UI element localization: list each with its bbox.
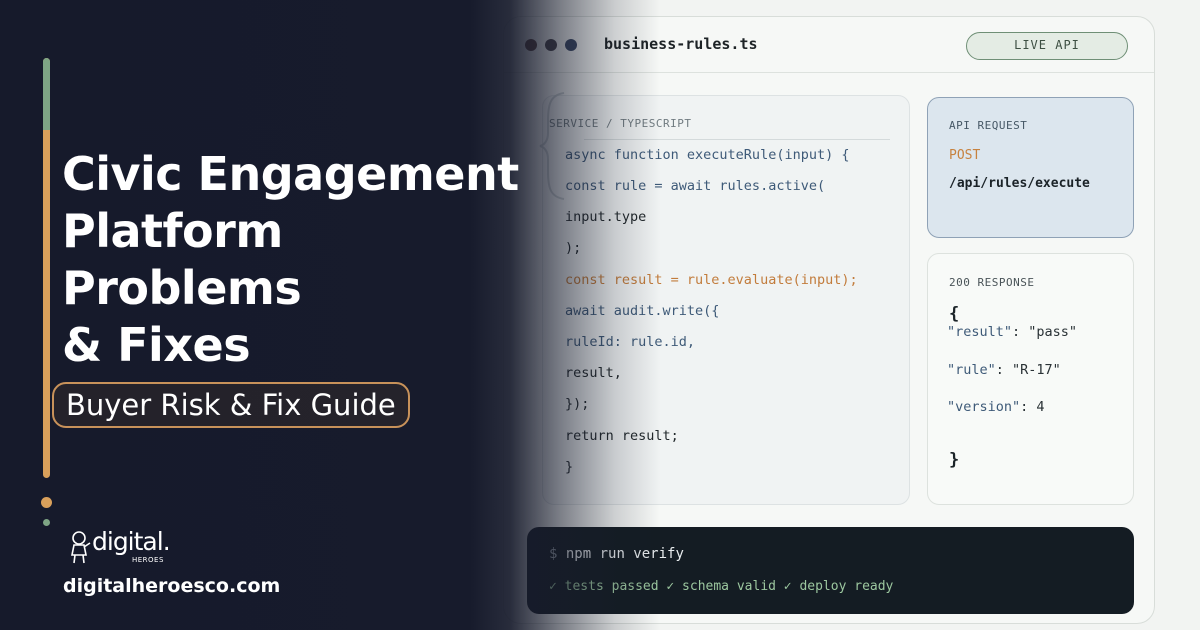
file-name: business-rules.ts	[604, 35, 758, 53]
live-api-badge[interactable]: LIVE API	[966, 32, 1128, 60]
code-line: ruleId: rule.id,	[565, 334, 696, 350]
terminal-command-text: npm run verify	[565, 546, 684, 562]
code-line: );	[565, 240, 582, 256]
code-label: SERVICE / TYPESCRIPT	[549, 117, 692, 130]
accent-dot-small	[43, 519, 50, 526]
terminal-prompt: $	[549, 546, 558, 562]
accent-bar	[43, 58, 50, 478]
title-line: Civic Engagement	[62, 147, 519, 201]
code-line: result,	[565, 365, 622, 381]
title-line: Problems	[62, 261, 302, 315]
response-label: 200 RESPONSE	[949, 276, 1035, 289]
title-line: & Fixes	[62, 318, 251, 372]
terminal-command: $ npm run verify	[549, 546, 684, 562]
website-link[interactable]: digitalheroesco.com	[63, 575, 280, 597]
logo-subtext: HEROES	[132, 556, 164, 564]
code-line: }	[565, 459, 574, 475]
code-line: async function executeRule(input) {	[565, 147, 850, 163]
page-title: Civic Engagement Platform Problems & Fix…	[62, 146, 519, 374]
close-window-dot[interactable]	[525, 39, 537, 51]
subtitle-pill: Buyer Risk & Fix Guide	[52, 382, 410, 428]
minimize-window-dot[interactable]	[545, 39, 557, 51]
code-line: input.type	[565, 209, 647, 225]
logo-wordmark: digital.	[92, 527, 171, 556]
request-method: POST	[949, 148, 981, 163]
maximize-window-dot[interactable]	[565, 39, 577, 51]
code-window: business-rules.ts LIVE API SERVICE / TYP…	[503, 16, 1155, 624]
code-divider	[584, 139, 890, 140]
code-line: await audit.write({	[565, 303, 720, 319]
response-field: "result": "pass"	[947, 324, 1078, 340]
window-titlebar: business-rules.ts LIVE API	[504, 17, 1154, 73]
request-path: /api/rules/execute	[949, 176, 1090, 191]
code-line: return result;	[565, 428, 679, 444]
api-request-card: API REQUEST POST /api/rules/execute	[927, 97, 1134, 238]
response-field: "rule": "R-17"	[947, 362, 1061, 378]
code-line: });	[565, 396, 590, 412]
api-response-card: 200 RESPONSE { "result": "pass" "rule": …	[927, 253, 1134, 505]
response-close-brace: }	[949, 450, 960, 470]
accent-dot	[41, 497, 52, 508]
title-line: Platform	[62, 204, 283, 258]
response-field: "version": 4	[947, 399, 1045, 415]
terminal-output: ✓ tests passed ✓ schema valid ✓ deploy r…	[549, 579, 894, 594]
brace-decoration-icon	[539, 92, 565, 200]
request-label: API REQUEST	[949, 119, 1028, 132]
hero-mascot-icon	[71, 531, 91, 564]
code-line: const rule = await rules.active(	[565, 178, 826, 194]
terminal-panel: $ npm run verify ✓ tests passed ✓ schema…	[527, 527, 1134, 614]
response-open-brace: {	[949, 304, 960, 324]
code-line: const result = rule.evaluate(input);	[565, 272, 858, 288]
